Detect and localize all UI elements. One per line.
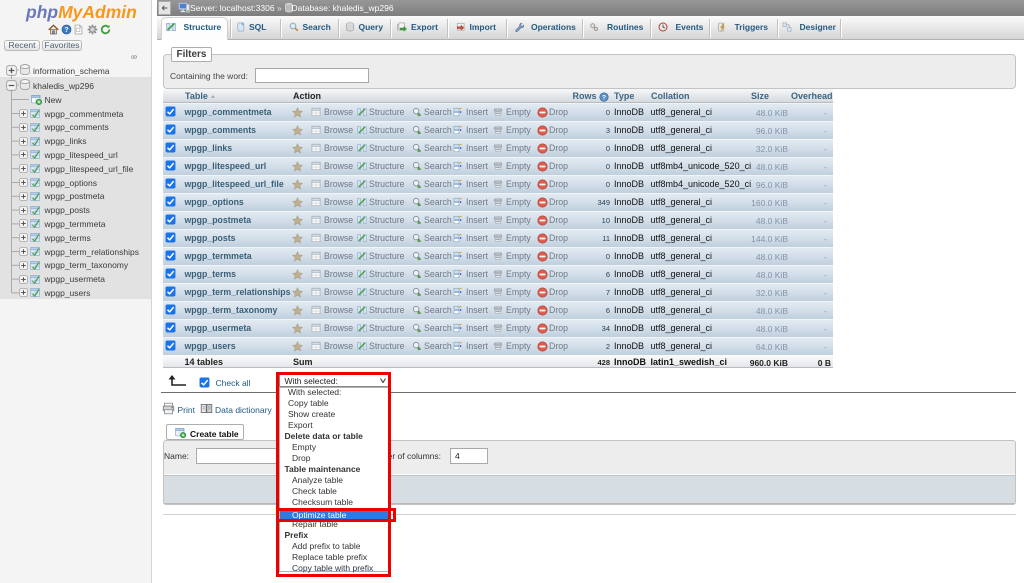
svg-text:?: ? — [602, 94, 606, 101]
